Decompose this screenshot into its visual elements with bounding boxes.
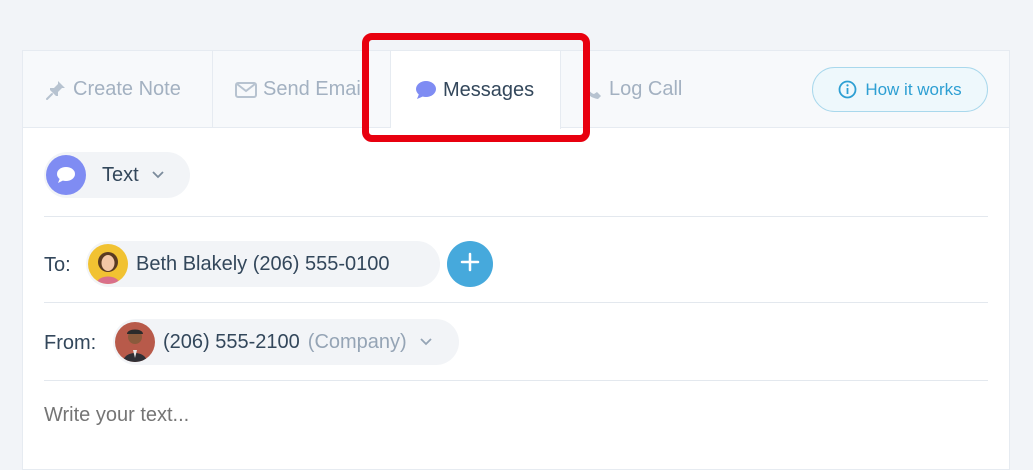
chevron-down-icon — [419, 337, 433, 347]
pin-icon — [45, 79, 67, 101]
sender-number: (206) 555-2100 — [163, 330, 300, 353]
tab-send-email-label: Send Email — [263, 78, 366, 100]
recipient-chip[interactable]: Beth Blakely (206) 555-0100 — [86, 241, 440, 287]
tab-bar: Create Note Send Email Messages Log Call… — [23, 51, 1009, 129]
sender-note: (Company) — [307, 330, 407, 353]
recipient-name: Beth Blakely (206) 555-0100 — [136, 252, 390, 275]
info-icon — [838, 80, 857, 99]
how-it-works-button[interactable]: How it works — [812, 67, 988, 112]
avatar — [115, 322, 155, 362]
chat-bubble-icon — [415, 80, 437, 100]
from-label: From: — [44, 332, 97, 354]
add-recipient-button[interactable] — [447, 241, 493, 287]
phone-icon — [581, 79, 603, 101]
how-it-works-label: How it works — [865, 79, 962, 99]
message-type-label: Text — [102, 163, 139, 186]
tab-messages[interactable]: Messages — [391, 51, 561, 129]
plus-icon — [459, 251, 481, 278]
message-text-input[interactable] — [44, 404, 944, 427]
tab-create-note-label: Create Note — [73, 78, 181, 100]
divider — [44, 216, 988, 217]
chevron-down-icon — [151, 170, 165, 180]
tab-send-email[interactable]: Send Email — [213, 51, 391, 128]
message-type-dropdown[interactable]: Text — [44, 152, 190, 198]
tab-log-call-label: Log Call — [609, 78, 683, 100]
tab-create-note[interactable]: Create Note — [45, 51, 213, 128]
sender-dropdown[interactable]: (206) 555-2100 (Company) — [113, 319, 459, 365]
divider — [44, 380, 988, 381]
to-label: To: — [44, 254, 71, 276]
divider — [44, 302, 988, 303]
avatar — [88, 244, 128, 284]
tab-messages-label: Messages — [443, 78, 535, 101]
envelope-icon — [235, 81, 257, 99]
tab-log-call[interactable]: Log Call — [581, 51, 741, 128]
chat-bubble-icon — [46, 155, 86, 195]
